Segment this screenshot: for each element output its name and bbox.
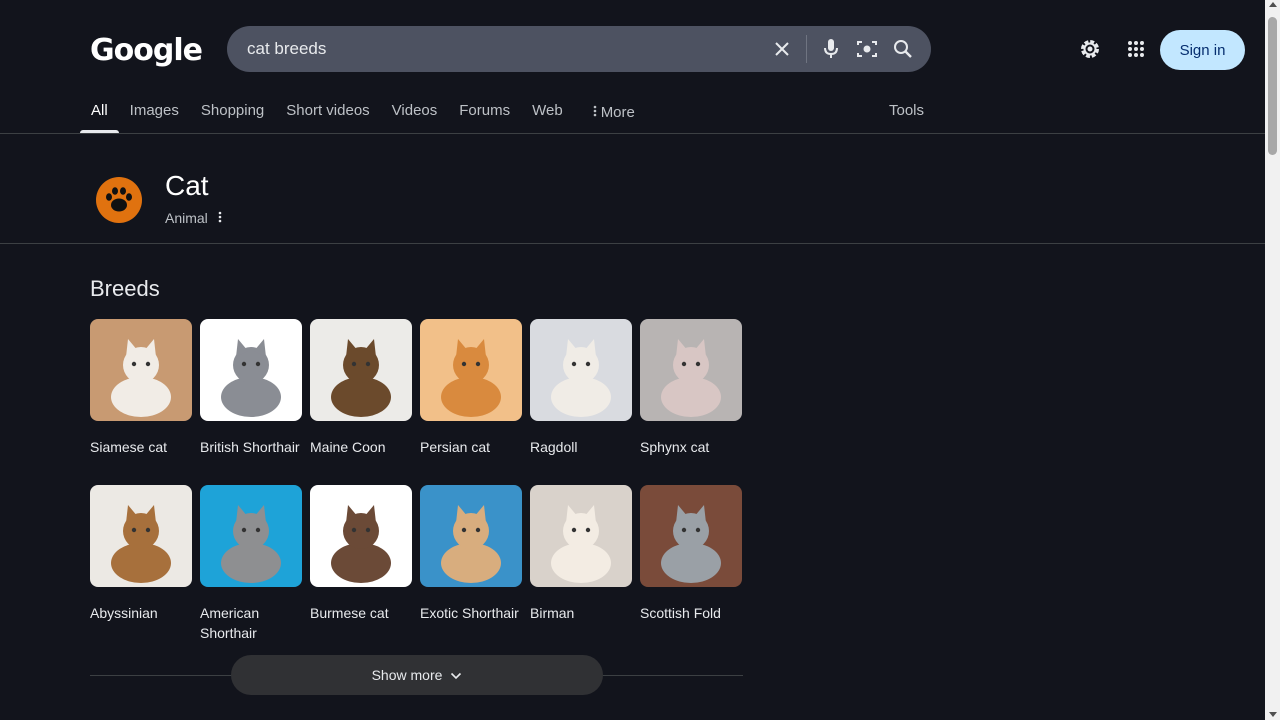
breed-name[interactable]: American Shorthair [200,603,306,643]
breed-image[interactable] [310,319,412,421]
entity-type: Animal [165,210,208,226]
scroll-up-arrow[interactable] [1269,2,1277,7]
paw-icon [96,177,142,223]
tab-forums[interactable]: Forums [448,92,521,133]
breed-name[interactable]: Siamese cat [90,437,196,457]
tab-images[interactable]: Images [119,92,190,133]
entity-divider [0,243,1265,244]
tools-button[interactable]: Tools [889,92,924,130]
show-more-label: Show more [371,667,443,683]
breed-name[interactable]: Birman [530,603,636,623]
breed-image[interactable] [90,485,192,587]
breed-card-british-shorthair[interactable]: British Shorthair [200,319,310,457]
tabs-divider [0,133,1265,134]
breed-card-scottish-fold[interactable]: Scottish Fold [640,485,750,643]
breed-image[interactable] [200,485,302,587]
breed-card-abyssinian[interactable]: Abyssinian [90,485,200,643]
breed-name[interactable]: Burmese cat [310,603,416,623]
entity-subtitle: Animal [165,210,222,226]
tab-videos[interactable]: Videos [381,92,449,133]
breed-image[interactable] [640,319,742,421]
more-options-icon[interactable] [218,210,222,226]
chevron-down-icon [450,667,462,683]
breeds-row-1: Siamese cat British Shorthair Maine Coon Pe… [90,319,750,457]
breed-image[interactable] [420,485,522,587]
breed-name[interactable]: Maine Coon [310,437,416,457]
scroll-down-arrow[interactable] [1269,712,1277,717]
breed-image[interactable] [200,319,302,421]
breed-name[interactable]: Abyssinian [90,603,196,623]
tab-web[interactable]: Web [521,92,574,133]
search-input[interactable]: cat breeds [227,39,764,59]
breed-card-persian-cat[interactable]: Persian cat [420,319,530,457]
breeds-row-2: Abyssinian American Shorthair Burmese cat E… [90,485,750,643]
tab-more[interactable]: More [582,92,646,133]
show-more-button[interactable]: Show more [231,655,603,695]
breed-card-burmese-cat[interactable]: Burmese cat [310,485,420,643]
tab-more-label: More [600,103,635,121]
breed-card-exotic-shorthair[interactable]: Exotic Shorthair [420,485,530,643]
breed-card-birman[interactable]: Birman [530,485,640,643]
sign-in-button[interactable]: Sign in [1160,30,1245,70]
search-icon[interactable] [885,26,921,72]
breed-card-american-shorthair[interactable]: American Shorthair [200,485,310,643]
search-bar[interactable]: cat breeds [227,26,931,72]
entity-title: Cat [165,170,209,201]
clear-icon[interactable] [764,26,800,72]
more-vert-icon [593,94,597,132]
camera-search-icon[interactable] [849,26,885,72]
search-tabs: All Images Shopping Short videos Videos … [80,92,646,133]
scrollbar[interactable] [1265,0,1280,720]
breed-card-sphynx-cat[interactable]: Sphynx cat [640,319,750,457]
tab-short-videos[interactable]: Short videos [275,92,380,133]
microphone-icon[interactable] [813,26,849,72]
google-logo[interactable]: Google [90,33,203,68]
breed-image[interactable] [530,485,632,587]
scroll-thumb[interactable] [1268,17,1277,155]
tab-all[interactable]: All [80,92,119,133]
breed-name[interactable]: Sphynx cat [640,437,746,457]
apps-grid-icon[interactable] [1123,36,1149,62]
breed-image[interactable] [640,485,742,587]
breed-image[interactable] [310,485,412,587]
breed-name[interactable]: Scottish Fold [640,603,746,623]
breed-image[interactable] [90,319,192,421]
breed-image[interactable] [420,319,522,421]
breed-card-maine-coon[interactable]: Maine Coon [310,319,420,457]
search-divider [806,35,807,63]
breed-name[interactable]: Ragdoll [530,437,636,457]
breed-name[interactable]: Exotic Shorthair [420,603,526,623]
tab-shopping[interactable]: Shopping [190,92,275,133]
breed-image[interactable] [530,319,632,421]
breed-name[interactable]: British Shorthair [200,437,306,457]
gear-icon[interactable] [1077,36,1103,62]
breed-name[interactable]: Persian cat [420,437,526,457]
breed-card-ragdoll[interactable]: Ragdoll [530,319,640,457]
breed-card-siamese-cat[interactable]: Siamese cat [90,319,200,457]
breeds-heading: Breeds [90,276,160,301]
